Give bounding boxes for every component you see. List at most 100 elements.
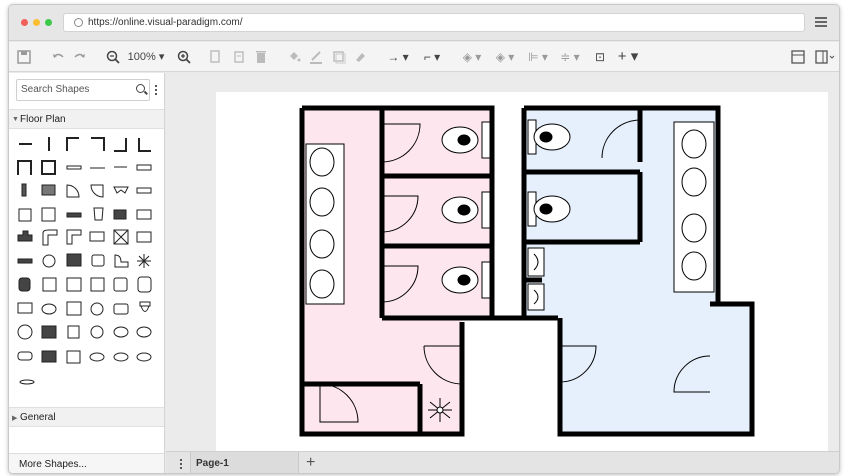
washer-shape[interactable]: [91, 254, 105, 267]
counter-l-shape[interactable]: [42, 229, 58, 246]
floor-plan-diagram[interactable]: [216, 92, 828, 451]
round-table-4-shape[interactable]: [17, 324, 33, 340]
line-color-icon[interactable]: [309, 48, 323, 66]
zoom-in-icon[interactable]: [177, 48, 191, 66]
page-menu-icon[interactable]: [171, 452, 191, 473]
oval-dining-shape[interactable]: [113, 352, 129, 362]
stairs-shape[interactable]: [136, 164, 152, 171]
close-window-button[interactable]: [21, 19, 28, 26]
shadow-icon[interactable]: [332, 48, 346, 66]
bed-shape[interactable]: [18, 208, 32, 222]
mens-vanity[interactable]: [673, 121, 715, 293]
range-shape[interactable]: [17, 258, 33, 264]
table-2-shape[interactable]: [67, 325, 80, 339]
chair-shape[interactable]: [114, 254, 129, 268]
table-chair-set-shape[interactable]: [66, 350, 81, 364]
toilet-shape[interactable]: [93, 207, 104, 221]
piano-shape[interactable]: [17, 230, 33, 242]
door-swing-shape[interactable]: [66, 184, 80, 198]
category-general[interactable]: ▶ General: [9, 407, 164, 427]
double-door-shape[interactable]: [113, 186, 129, 194]
oval-table-set-shape[interactable]: [89, 352, 105, 362]
room-shape[interactable]: [17, 160, 32, 175]
fridge-shape[interactable]: [66, 301, 82, 316]
round-table-6-shape[interactable]: [90, 325, 104, 339]
bathtub-shape[interactable]: [136, 209, 152, 220]
search-icon[interactable]: [136, 84, 145, 93]
ladies-toilets[interactable]: [441, 121, 491, 299]
wall-corner-shape[interactable]: [138, 138, 151, 152]
sofa-shape[interactable]: [113, 209, 127, 220]
more-shapes-button[interactable]: More Shapes...: [9, 453, 164, 473]
table-chairs-shape[interactable]: [66, 277, 82, 292]
format-panel-icon[interactable]: [791, 48, 805, 66]
wall-corner-shape[interactable]: [91, 137, 105, 151]
minimize-window-button[interactable]: [33, 19, 40, 26]
fill-color-icon[interactable]: [287, 48, 301, 66]
address-bar[interactable]: https://online.visual-paradigm.com/: [63, 13, 805, 32]
rug-shape[interactable]: [113, 303, 129, 315]
wall-corner-shape[interactable]: [114, 138, 127, 152]
dice-table-shape[interactable]: [42, 277, 57, 292]
zoom-out-icon[interactable]: [106, 48, 120, 66]
paste-icon[interactable]: [233, 48, 245, 66]
bed-double-shape[interactable]: [41, 207, 56, 222]
ladies-vanity[interactable]: [305, 143, 345, 305]
shower-shape[interactable]: [66, 212, 82, 218]
plant-shape[interactable]: [137, 254, 151, 268]
to-front-icon[interactable]: ◈ ▾: [461, 48, 483, 66]
format-painter-icon[interactable]: [354, 48, 368, 66]
window-shape[interactable]: [66, 165, 82, 170]
round-table-shape[interactable]: [90, 302, 104, 316]
oval-table-shape[interactable]: [113, 326, 129, 338]
crate-shape[interactable]: [113, 229, 129, 245]
sink-round-shape[interactable]: [41, 303, 57, 315]
laptop-shape[interactable]: [136, 231, 152, 243]
page-tab[interactable]: Page-1: [191, 452, 299, 473]
stove-shape[interactable]: [42, 254, 56, 268]
desk-chair-shape[interactable]: [18, 277, 31, 292]
group-icon[interactable]: ⊡: [593, 48, 607, 66]
sink-shape[interactable]: [113, 277, 128, 292]
sidebar-options-icon[interactable]: [155, 85, 158, 97]
diagram-canvas[interactable]: [166, 73, 839, 451]
category-floor-plan[interactable]: ▼ Floor Plan: [9, 109, 164, 129]
outline-panel-icon[interactable]: [815, 48, 835, 66]
counter-shape[interactable]: [66, 229, 82, 245]
cabinet-shape[interactable]: [90, 277, 105, 292]
undo-icon[interactable]: [51, 48, 65, 66]
wall-corner-shape[interactable]: [66, 137, 79, 151]
add-page-icon[interactable]: +: [306, 455, 315, 471]
desk-set-shape[interactable]: [41, 325, 57, 339]
tv-shape[interactable]: [89, 231, 105, 242]
maximize-window-button[interactable]: [45, 19, 52, 26]
distribute-icon[interactable]: ≑ ▾: [559, 48, 581, 66]
align-icon[interactable]: ⊫ ▾: [527, 48, 549, 66]
table-booth-shape[interactable]: [41, 350, 57, 363]
door-swing-shape[interactable]: [90, 184, 104, 198]
save-icon[interactable]: [17, 48, 31, 66]
browser-menu-icon[interactable]: [815, 17, 827, 29]
toilet-top-shape[interactable]: [139, 301, 151, 312]
ellipse-rug-shape[interactable]: [19, 379, 35, 385]
zoom-level-select[interactable]: 100% ▾: [127, 48, 165, 66]
bookshelf-shape[interactable]: [41, 184, 56, 196]
floor-plan-shape-palette: [17, 137, 152, 385]
copy-icon[interactable]: [209, 48, 221, 66]
redo-icon[interactable]: [73, 48, 87, 66]
delete-icon[interactable]: [255, 48, 267, 66]
sink-double-shape[interactable]: [17, 302, 33, 314]
oval-table-8-shape[interactable]: [136, 326, 152, 338]
search-shapes-input[interactable]: Search Shapes: [16, 79, 150, 101]
to-back-icon[interactable]: ◈ ▾: [494, 48, 516, 66]
oven-shape[interactable]: [66, 253, 82, 267]
conference-table-shape[interactable]: [17, 351, 33, 361]
sliding-door-shape[interactable]: [136, 187, 152, 194]
room-shape[interactable]: [41, 160, 56, 175]
bath-round-shape[interactable]: [137, 276, 152, 293]
waypoint-icon[interactable]: ⌐ ▾: [419, 48, 445, 66]
column-shape[interactable]: [21, 183, 27, 197]
insert-icon[interactable]: + ▾: [615, 48, 641, 66]
connector-icon[interactable]: → ▾: [385, 48, 411, 66]
long-table-shape[interactable]: [136, 352, 152, 362]
